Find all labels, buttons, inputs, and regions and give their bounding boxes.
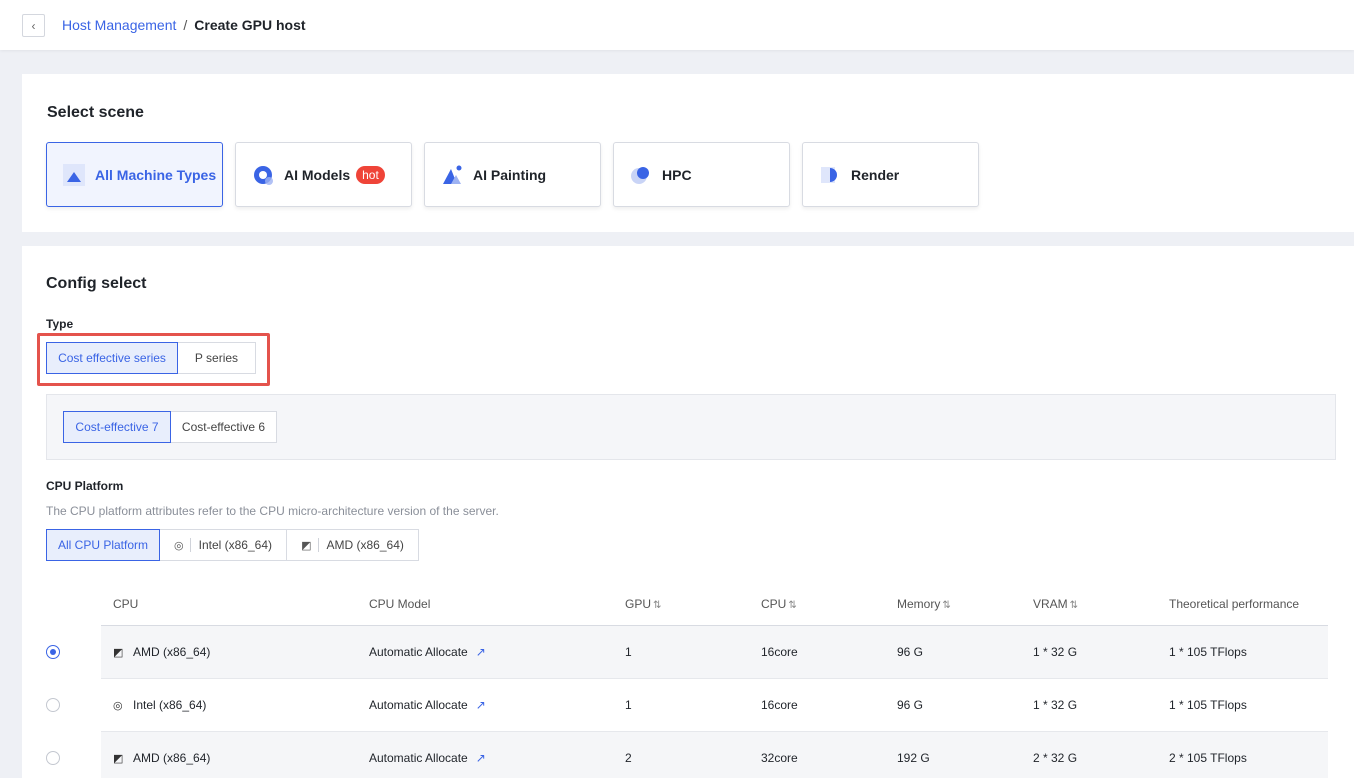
cpu-platform-description: The CPU platform attributes refer to the… bbox=[46, 504, 499, 518]
header-gpu[interactable]: GPU ⇅ bbox=[613, 584, 749, 626]
cell-cpu-model: Automatic Allocate ↗ bbox=[357, 678, 613, 732]
cpu-platform-label: CPU Platform bbox=[46, 479, 124, 493]
chevron-left-icon: ‹ bbox=[31, 18, 36, 33]
sort-icon[interactable]: ⇅ bbox=[1070, 600, 1078, 611]
scene-tile-render[interactable]: Render bbox=[802, 142, 979, 207]
cpu-platform-label-text: All CPU Platform bbox=[57, 538, 149, 552]
ai-painting-icon bbox=[443, 165, 462, 184]
scene-tile-ai-painting[interactable]: AI Painting bbox=[424, 142, 601, 207]
page-title: Create GPU host bbox=[194, 17, 306, 33]
cpu-platform-selector: All CPU Platform ◎ Intel (x86_64) ◩ AMD … bbox=[46, 529, 419, 561]
row-radio-1[interactable] bbox=[46, 645, 60, 659]
cell-vram: 1 * 32 G bbox=[1021, 678, 1157, 732]
cell-cpu-model: Automatic Allocate ↗ bbox=[357, 731, 613, 778]
cpu-platform-intel[interactable]: ◎ Intel (x86_64) bbox=[159, 529, 287, 561]
breadcrumb-host-management[interactable]: Host Management bbox=[62, 17, 176, 33]
external-link-icon[interactable]: ↗ bbox=[476, 698, 486, 712]
row-radio-3[interactable] bbox=[46, 751, 60, 765]
cell-perf: 1 * 105 TFlops bbox=[1157, 625, 1328, 679]
amd-icon: ◩ bbox=[113, 752, 124, 765]
scene-section-title: Select scene bbox=[47, 104, 144, 121]
cell-gpu: 2 bbox=[613, 731, 749, 778]
config-card: Config select Type Cost effective series… bbox=[22, 246, 1354, 778]
header-cpu: CPU bbox=[101, 584, 357, 626]
cell-vram: 1 * 32 G bbox=[1021, 625, 1157, 679]
row-radio-2[interactable] bbox=[46, 698, 60, 712]
sub-type-option-cost-effective-7[interactable]: Cost-effective 7 bbox=[63, 411, 171, 443]
cell-memory: 96 G bbox=[885, 625, 1021, 679]
cell-vram: 2 * 32 G bbox=[1021, 731, 1157, 778]
ai-models-icon bbox=[254, 165, 273, 185]
table-row[interactable]: ◩ AMD (x86_64) Automatic Allocate ↗ 1 16co… bbox=[101, 625, 1328, 679]
sub-type-panel: Cost-effective 7 Cost-effective 6 bbox=[46, 394, 1336, 460]
scene-tile-all-machine-types[interactable]: All Machine Types bbox=[46, 142, 223, 207]
type-option-p-series[interactable]: P series bbox=[177, 342, 256, 374]
cpu-platform-amd[interactable]: ◩ AMD (x86_64) bbox=[286, 529, 419, 561]
back-button[interactable]: ‹ bbox=[22, 14, 45, 37]
header-theoretical-performance: Theoretical performance bbox=[1157, 584, 1328, 626]
cell-cpu: ◎ Intel (x86_64) bbox=[101, 678, 357, 732]
amd-icon: ◩ bbox=[113, 646, 124, 659]
table-header-row: CPU CPU Model GPU ⇅ CPU ⇅ Memory ⇅ VRAM ⇅ Th… bbox=[101, 584, 1328, 626]
scene-tile-label: HPC bbox=[662, 166, 692, 183]
cell-perf: 1 * 105 TFlops bbox=[1157, 678, 1328, 732]
cell-gpu: 1 bbox=[613, 625, 749, 679]
cell-memory: 96 G bbox=[885, 678, 1021, 732]
cell-cpu: ◩ AMD (x86_64) bbox=[101, 731, 357, 778]
header-memory[interactable]: Memory ⇅ bbox=[885, 584, 1021, 626]
hot-badge: hot bbox=[356, 165, 385, 184]
sort-icon[interactable]: ⇅ bbox=[942, 600, 950, 611]
scene-tile-label: AI Models bbox=[284, 166, 351, 183]
cell-cpu: ◩ AMD (x86_64) bbox=[101, 625, 357, 679]
cpu-platform-all[interactable]: All CPU Platform bbox=[46, 529, 160, 561]
cpu-platform-label-text: AMD (x86_64) bbox=[326, 538, 404, 552]
cell-perf: 2 * 105 TFlops bbox=[1157, 731, 1328, 778]
scene-tile-hpc[interactable]: HPC bbox=[613, 142, 790, 207]
sort-icon[interactable]: ⇅ bbox=[653, 600, 661, 611]
sub-type-selector: Cost-effective 7 Cost-effective 6 bbox=[63, 411, 277, 443]
scene-tile-ai-models[interactable]: AI Models hot bbox=[235, 142, 412, 207]
intel-icon: ◎ bbox=[113, 699, 123, 712]
breadcrumb: Host Management / Create GPU host bbox=[62, 17, 306, 33]
mountain-icon bbox=[63, 163, 85, 186]
scene-tile-label: All Machine Types bbox=[95, 166, 217, 183]
scene-card: Select scene All Machine Types AI Models… bbox=[22, 74, 1354, 232]
type-selector: Cost effective series P series bbox=[46, 342, 256, 374]
cell-memory: 192 G bbox=[885, 731, 1021, 778]
external-link-icon[interactable]: ↗ bbox=[476, 751, 486, 765]
hpc-icon bbox=[631, 166, 649, 184]
table-row[interactable]: ◩ AMD (x86_64) Automatic Allocate ↗ 2 32co… bbox=[101, 731, 1328, 778]
divider bbox=[189, 538, 191, 552]
amd-icon: ◩ bbox=[301, 539, 312, 552]
type-option-cost-effective[interactable]: Cost effective series bbox=[46, 342, 178, 374]
table-row[interactable]: ◎ Intel (x86_64) Automatic Allocate ↗ 1 16… bbox=[101, 678, 1328, 732]
sub-type-option-cost-effective-6[interactable]: Cost-effective 6 bbox=[170, 411, 277, 443]
scene-tile-label: Render bbox=[851, 166, 900, 183]
type-label: Type bbox=[46, 317, 74, 331]
cell-cpu-model: Automatic Allocate ↗ bbox=[357, 625, 613, 679]
scene-tile-label: AI Painting bbox=[473, 166, 547, 183]
external-link-icon[interactable]: ↗ bbox=[476, 645, 486, 659]
header-cpu-model: CPU Model bbox=[357, 584, 613, 626]
breadcrumb-separator: / bbox=[183, 17, 188, 33]
sort-icon[interactable]: ⇅ bbox=[788, 600, 796, 611]
cell-gpu: 1 bbox=[613, 678, 749, 732]
header-vram[interactable]: VRAM ⇅ bbox=[1021, 584, 1157, 626]
divider bbox=[317, 538, 319, 552]
render-icon bbox=[821, 166, 837, 183]
cell-cpu-cores: 16core bbox=[749, 625, 885, 679]
cpu-platform-label-text: Intel (x86_64) bbox=[198, 538, 272, 552]
instance-table: CPU CPU Model GPU ⇅ CPU ⇅ Memory ⇅ VRAM ⇅ Th… bbox=[101, 584, 1328, 778]
header-cpu-cores[interactable]: CPU ⇅ bbox=[749, 584, 885, 626]
intel-icon: ◎ bbox=[174, 539, 184, 552]
cell-cpu-cores: 16core bbox=[749, 678, 885, 732]
top-bar: ‹ Host Management / Create GPU host bbox=[0, 0, 1354, 50]
cell-cpu-cores: 32core bbox=[749, 731, 885, 778]
config-section-title: Config select bbox=[46, 275, 147, 292]
